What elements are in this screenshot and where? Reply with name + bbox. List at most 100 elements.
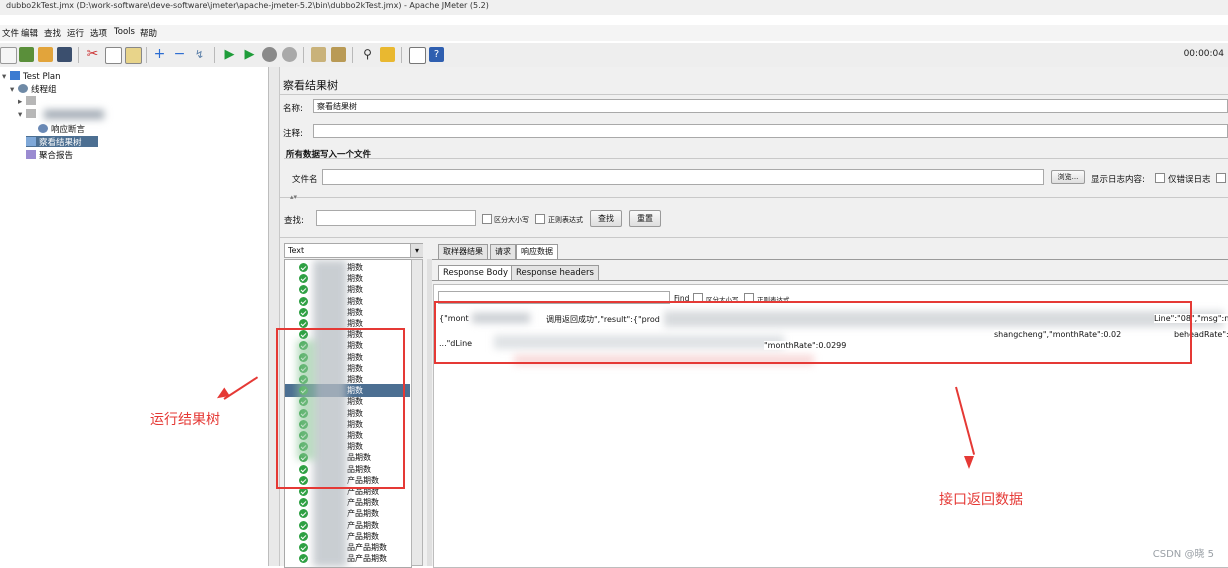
regex-checkbox[interactable] <box>535 214 545 224</box>
window-title: dubbo2kTest.jmx (D:\work-software\deve-s… <box>6 1 489 10</box>
result-list-scrollbar[interactable] <box>411 259 423 566</box>
tab-response-data[interactable]: 响应数据 <box>516 244 558 259</box>
tree-item-view-results-tree[interactable]: 察看结果树 <box>26 136 98 148</box>
tree-item-sampler-collapsed[interactable]: ▸ <box>18 96 39 107</box>
paste-icon[interactable] <box>125 47 142 64</box>
search-button[interactable]: 查找 <box>590 210 622 227</box>
success-shield-icon <box>299 274 308 284</box>
panel-title: 察看结果树 <box>283 79 338 92</box>
success-shield-icon <box>299 509 308 519</box>
menu-file[interactable]: 文件 <box>2 27 19 39</box>
expand-icon[interactable]: + <box>152 47 167 62</box>
clear-icon[interactable] <box>311 47 326 62</box>
menu-bar: 文件 编辑 查找 运行 选项 Tools 帮助 <box>0 25 1228 41</box>
success-shield-icon <box>299 498 308 508</box>
tree-item-aggregate-report[interactable]: 聚合报告 <box>26 149 73 161</box>
save-icon[interactable] <box>57 47 72 62</box>
copy-icon[interactable] <box>105 47 122 64</box>
collapse-arrows[interactable]: ▴▾ <box>290 193 297 201</box>
results-highlight-box <box>276 328 405 489</box>
chevron-down-icon[interactable]: ▾ <box>2 72 10 82</box>
menu-search[interactable]: 查找 <box>44 27 61 39</box>
regex-label: 正则表达式 <box>548 216 583 224</box>
renderer-select[interactable]: Text <box>284 243 423 258</box>
errors-only-label: 仅错误日志 <box>1168 175 1211 185</box>
menu-help[interactable]: 帮助 <box>140 27 157 39</box>
success-shield-icon <box>299 543 308 552</box>
menu-edit[interactable]: 编辑 <box>21 27 38 39</box>
name-label: 名称: <box>283 104 303 114</box>
tree-item-sampler-expanded[interactable]: ▾ <box>18 109 104 120</box>
success-shield-icon <box>299 307 308 317</box>
pipette-icon <box>26 96 36 105</box>
collapse-icon[interactable]: − <box>172 47 187 62</box>
menu-options[interactable]: 选项 <box>90 27 107 39</box>
pipette-icon <box>26 109 36 118</box>
annotation-response-data: 接口返回数据 <box>939 492 1023 508</box>
search-label: 查找: <box>284 216 304 226</box>
chevron-right-icon[interactable]: ▸ <box>18 97 26 107</box>
function-helper-icon[interactable] <box>409 47 426 64</box>
watermark: CSDN @晓 5 <box>1152 549 1214 560</box>
comment-field[interactable] <box>313 124 1228 138</box>
toggle-icon[interactable]: ↯ <box>192 47 207 62</box>
test-plan-icon <box>10 71 20 80</box>
new-icon[interactable] <box>0 47 17 64</box>
tab-sampler-result[interactable]: 取样器结果 <box>438 244 488 259</box>
subtab-response-body[interactable]: Response Body <box>438 265 513 280</box>
comment-label: 注释: <box>283 129 303 139</box>
tree-item-response-assertion[interactable]: 响应断言 <box>38 123 85 135</box>
toolbar: ✂ + − ↯ ▶ ▶ ⚲ ? 00:00:04 <box>0 43 1228 68</box>
magnifier-icon <box>38 124 48 133</box>
gear-icon <box>18 84 28 93</box>
menu-tools[interactable]: Tools <box>114 27 135 37</box>
help-icon[interactable]: ? <box>429 47 444 62</box>
list-item-label: 品产品期数 <box>347 554 387 564</box>
chevron-down-icon[interactable]: ▾ <box>18 110 26 120</box>
search-input[interactable] <box>316 210 476 226</box>
start-no-pause-icon[interactable]: ▶ <box>242 47 257 62</box>
window-title-bar: dubbo2kTest.jmx (D:\work-software\deve-s… <box>0 0 1228 15</box>
redacted-name <box>44 110 104 119</box>
cut-icon[interactable]: ✂ <box>85 47 100 62</box>
success-shield-icon <box>299 296 308 306</box>
subtab-response-headers[interactable]: Response headers <box>511 265 599 280</box>
annotation-results-tree: 运行结果树 <box>150 412 220 428</box>
search-icon[interactable]: ⚲ <box>360 47 375 62</box>
success-shield-icon <box>299 520 308 530</box>
tree-item-thread-group[interactable]: ▾ 线程组 <box>10 83 57 95</box>
templates-icon[interactable] <box>19 47 34 62</box>
panel-splitter[interactable] <box>269 67 280 566</box>
success-shield-icon <box>299 319 308 328</box>
list-splitter[interactable] <box>427 259 432 566</box>
clear-all-icon[interactable] <box>331 47 346 62</box>
arrow-head-right <box>964 456 974 469</box>
name-field[interactable]: 察看结果树 <box>313 99 1228 113</box>
start-icon[interactable]: ▶ <box>222 47 237 62</box>
tab-request[interactable]: 请求 <box>490 244 516 259</box>
chevron-down-icon[interactable]: ▾ <box>410 244 423 257</box>
case-sensitive-checkbox[interactable] <box>482 214 492 224</box>
chevron-down-icon[interactable]: ▾ <box>10 85 18 95</box>
errors-only-checkbox[interactable] <box>1155 173 1165 183</box>
reset-button[interactable]: 重置 <box>629 210 661 227</box>
response-highlight-box <box>434 301 1192 364</box>
success-only-checkbox[interactable] <box>1216 173 1226 183</box>
log-content-label: 显示日志内容: <box>1091 175 1145 185</box>
menu-run[interactable]: 运行 <box>67 27 84 39</box>
case-sensitive-label: 区分大小写 <box>494 216 529 224</box>
browse-button[interactable]: 浏览... <box>1051 170 1085 184</box>
tree-item-test-plan[interactable]: ▾ Test Plan <box>2 71 61 82</box>
open-icon[interactable] <box>38 47 53 62</box>
chart-icon <box>26 137 36 146</box>
filename-field[interactable] <box>322 169 1044 185</box>
shutdown-icon[interactable] <box>282 47 297 62</box>
success-shield-icon <box>299 554 308 564</box>
stop-icon[interactable] <box>262 47 277 62</box>
report-icon <box>26 150 36 159</box>
test-plan-tree: ▾ Test Plan ▾ 线程组 ▸ ▾ 响应断言 察看结果树 聚合报告 <box>0 67 269 566</box>
filename-label: 文件名 <box>292 175 318 185</box>
success-shield-icon <box>299 285 308 295</box>
reset-search-icon[interactable] <box>380 47 395 62</box>
list-item[interactable]: 品产品期数 <box>285 552 410 565</box>
